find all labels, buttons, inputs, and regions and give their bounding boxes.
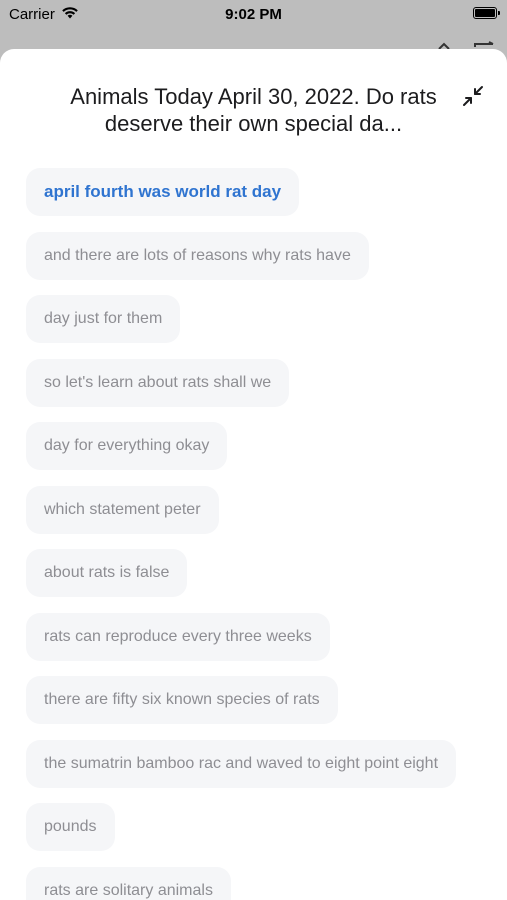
status-bar: Carrier 9:02 PM — [0, 0, 507, 30]
battery-icon — [473, 7, 500, 19]
transcript-line-active[interactable]: april fourth was world rat day — [26, 168, 300, 216]
sheet-title: Animals Today April 30, 2022. Do rats de… — [70, 84, 437, 136]
transcript-line[interactable]: and there are lots of reasons why rats h… — [26, 231, 369, 280]
transcript-line[interactable]: there are fifty six known species of rat… — [26, 676, 338, 724]
transcript-line[interactable]: pounds — [26, 803, 115, 851]
transcript-line[interactable]: so let's learn about rats shall we — [26, 358, 290, 407]
transcript-line[interactable]: about rats is false — [26, 549, 188, 597]
collapse-icon — [463, 86, 483, 106]
transcript-line[interactable]: rats can reproduce every three weeks — [26, 612, 330, 661]
transcript-line[interactable]: rats are solitary animals — [26, 866, 231, 900]
transcript-list: april fourth was world rat day and there… — [26, 168, 487, 900]
collapse-button[interactable] — [461, 84, 485, 108]
transcript-line[interactable]: which statement peter — [26, 485, 219, 534]
status-time: 9:02 PM — [225, 6, 282, 23]
transcript-line[interactable]: day just for them — [26, 295, 181, 343]
transcript-sheet: Animals Today April 30, 2022. Do rats de… — [0, 49, 507, 900]
transcript-line[interactable]: the sumatrin bamboo rac and waved to eig… — [26, 739, 457, 788]
transcript-line[interactable]: day for everything okay — [26, 422, 228, 470]
